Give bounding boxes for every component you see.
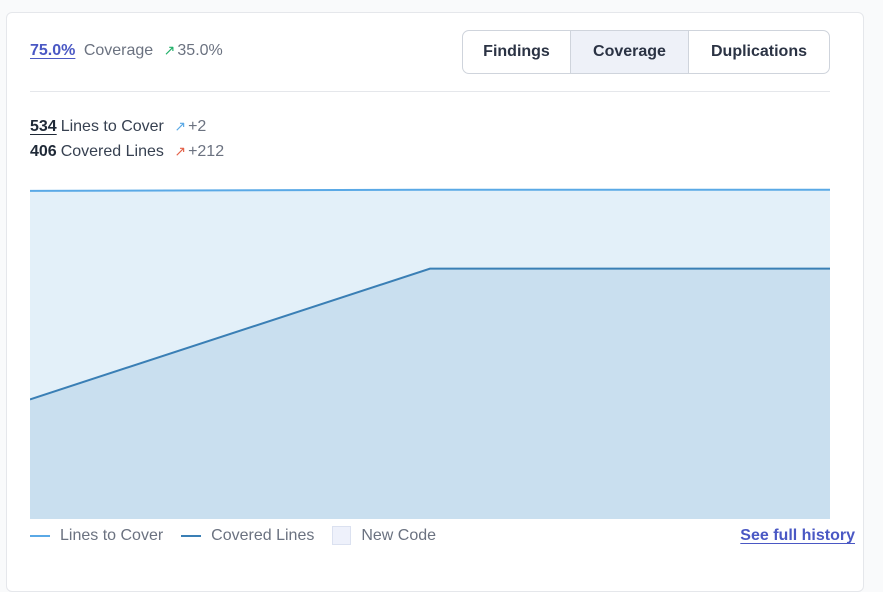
coverage-label: Coverage xyxy=(83,42,154,59)
legend-covered-lines: Covered Lines xyxy=(181,527,314,545)
coverage-percentage-link[interactable]: 75.0% xyxy=(30,42,75,59)
new-code-swatch xyxy=(332,526,352,545)
lines-to-cover-delta: +2 xyxy=(188,118,207,135)
covered-lines-label: Covered Lines xyxy=(60,143,164,160)
coverage-delta: 35.0% xyxy=(177,42,223,59)
legend-lines-to-cover-label: Lines to Cover xyxy=(60,526,164,544)
covered-lines-swatch xyxy=(181,534,202,537)
coverage-summary: 75.0% Coverage ↗ 35.0% xyxy=(30,42,223,60)
chart-legend: Lines to Cover Covered Lines New Code xyxy=(30,526,454,545)
lines-to-cover-value[interactable]: 534 xyxy=(30,118,57,135)
legend-new-code: New Code xyxy=(332,526,436,545)
covered-lines-stat: 406 Covered Lines ↗ +212 xyxy=(30,139,224,164)
trend-up-icon: ↗ xyxy=(174,118,187,134)
lines-to-cover-stat: 534 Lines to Cover ↗ +2 xyxy=(30,114,224,139)
lines-to-cover-swatch xyxy=(30,534,50,537)
tab-coverage[interactable]: Coverage xyxy=(571,31,689,73)
legend-covered-lines-label: Covered Lines xyxy=(211,526,315,544)
legend-lines-to-cover: Lines to Cover xyxy=(30,527,163,545)
coverage-stats: 534 Lines to Cover ↗ +2 406 Covered Lines ↗… xyxy=(30,114,224,164)
trend-up-icon: ↗ xyxy=(163,42,176,58)
covered-lines-value: 406 xyxy=(30,143,57,160)
lines-to-cover-label: Lines to Cover xyxy=(60,118,164,135)
see-full-history-link[interactable]: See full history xyxy=(740,527,855,545)
tab-findings[interactable]: Findings xyxy=(463,31,571,73)
metric-tabs: Findings Coverage Duplications xyxy=(462,30,830,74)
trend-up-icon: ↗ xyxy=(174,143,187,159)
tab-duplications[interactable]: Duplications xyxy=(689,31,829,73)
divider xyxy=(30,91,830,92)
legend-new-code-label: New Code xyxy=(361,526,437,544)
coverage-chart xyxy=(30,188,830,519)
covered-lines-delta: +212 xyxy=(188,143,225,160)
